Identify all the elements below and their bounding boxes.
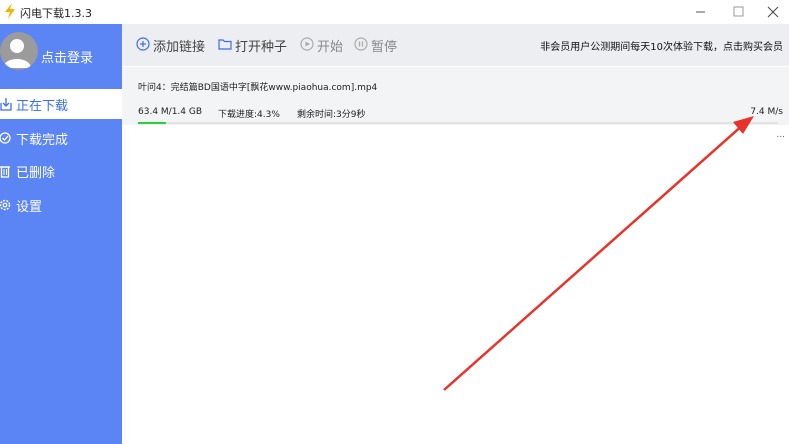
close-button[interactable] xyxy=(752,0,789,24)
sidebar-item-label: 设置 xyxy=(16,200,43,215)
sidebar-item-completed[interactable]: 下载完成 xyxy=(0,123,122,153)
trash-icon xyxy=(0,166,10,178)
play-circle-icon xyxy=(300,37,314,51)
plus-circle-icon xyxy=(136,37,150,51)
progress-fill xyxy=(138,122,166,124)
user-icon xyxy=(3,39,31,68)
lightning-icon xyxy=(5,3,15,19)
sidebar: 点击登录 正在下载 下载完成 已删除 设置 xyxy=(0,24,122,444)
minimize-icon xyxy=(696,11,705,13)
task-progress-text: 下载进度:4.3% xyxy=(218,110,280,120)
add-link-label: 添加链接 xyxy=(153,40,206,55)
task-size: 63.4 M/1.4 GB xyxy=(138,107,203,117)
sidebar-item-settings[interactable]: 设置 xyxy=(0,190,122,220)
sidebar-item-label: 已删除 xyxy=(16,166,56,181)
download-task-row[interactable]: 叶问4：完结篇BD国语中字[飘花www.piaohua.com].mp4 63.… xyxy=(122,67,789,140)
more-options-icon[interactable]: ... xyxy=(776,130,785,140)
toolbar: 添加链接 打开种子 开始 暂停 非会员用户公测期间每天10次体验下载，点击购买会… xyxy=(122,24,789,66)
task-speed: 7.4 M/s xyxy=(750,107,783,117)
check-circle-icon xyxy=(0,132,11,144)
pause-label: 暂停 xyxy=(371,40,398,55)
gear-icon xyxy=(0,199,11,211)
sidebar-item-label: 正在下载 xyxy=(16,99,69,114)
download-icon xyxy=(0,98,12,111)
sidebar-item-deleted[interactable]: 已删除 xyxy=(0,156,122,186)
minimize-button[interactable] xyxy=(680,0,720,24)
sidebar-item-label: 下载完成 xyxy=(16,133,69,148)
avatar[interactable] xyxy=(0,32,38,70)
window-title: 闪电下载1.3.3 xyxy=(20,7,92,20)
task-remaining-time: 剩余时间:3分9秒 xyxy=(297,110,366,120)
arrow-shaft xyxy=(443,123,745,391)
folder-icon xyxy=(218,39,232,50)
buy-membership-link[interactable]: 非会员用户公测期间每天10次体验下载，点击购买会员 xyxy=(540,38,783,53)
sidebar-item-downloading[interactable]: 正在下载 xyxy=(0,89,122,119)
open-seed-label: 打开种子 xyxy=(235,40,288,55)
close-icon xyxy=(767,6,779,18)
start-label: 开始 xyxy=(317,40,344,55)
title-bar: 闪电下载1.3.3 xyxy=(0,0,789,24)
pause-circle-icon xyxy=(354,37,368,51)
login-link[interactable]: 点击登录 xyxy=(41,47,93,66)
task-file-name: 叶问4：完结篇BD国语中字[飘花www.piaohua.com].mp4 xyxy=(138,83,378,93)
progress-bar xyxy=(138,122,778,124)
